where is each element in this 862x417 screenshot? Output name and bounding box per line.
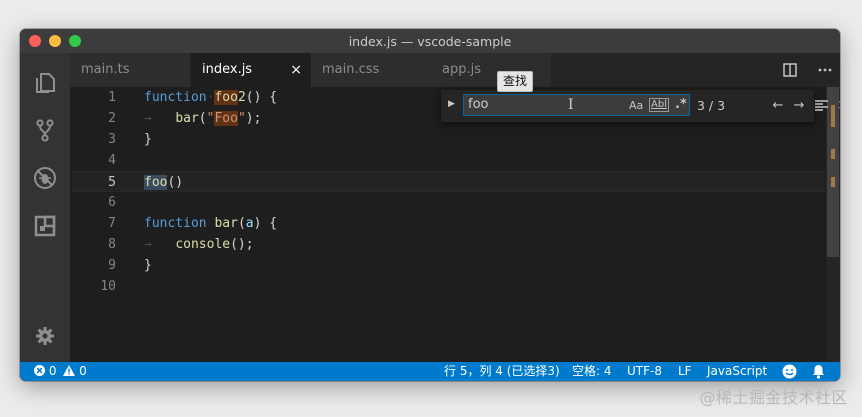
extensions-icon[interactable]	[33, 214, 57, 238]
previous-match-icon[interactable]: ←	[769, 96, 787, 114]
window-title: index.js — vscode-sample	[348, 34, 512, 49]
find-query: foo	[468, 97, 489, 112]
indentation[interactable]: 空格: 4	[572, 362, 612, 381]
title-bar: index.js — vscode-sample	[20, 29, 840, 53]
overview-ruler-match	[831, 149, 835, 159]
files-icon[interactable]	[33, 70, 57, 94]
next-match-icon[interactable]: →	[790, 96, 808, 114]
tab-label: main.ts	[81, 62, 130, 77]
code-text: }	[144, 258, 152, 273]
language-mode[interactable]: JavaScript	[707, 362, 767, 381]
code-line: 8 → console();	[70, 234, 825, 255]
whole-word-toggle[interactable]: Abl	[649, 98, 669, 112]
code-text: → bar("Foo");	[144, 111, 262, 126]
debug-icon[interactable]	[33, 166, 57, 190]
status-bar: 0 0 行 5，列 4 (已选择3) 空格: 4 UTF-8 LF JavaSc…	[20, 362, 840, 381]
tab-bar: main.ts index.js × main.css app.js	[70, 53, 840, 87]
code-line: 6	[70, 192, 825, 213]
code-line: 9 }	[70, 255, 825, 276]
code-text: function·foo2() {	[144, 90, 278, 105]
tab-label: app.js	[442, 62, 481, 77]
line-number: 2	[108, 111, 116, 126]
source-control-icon[interactable]	[33, 118, 57, 142]
code-text: → console();	[144, 237, 254, 252]
code-text: }	[144, 132, 152, 147]
warning-icon	[63, 365, 76, 376]
cursor-position[interactable]: 行 5，列 4 (已选择3)	[444, 362, 560, 381]
line-number: 10	[100, 279, 116, 294]
line-number: 8	[108, 237, 116, 252]
editor-actions	[783, 62, 832, 81]
match-case-toggle[interactable]: Aa	[629, 99, 643, 112]
activity-bar	[20, 53, 70, 362]
line-number: 1	[108, 90, 116, 105]
find-widget: ▶ foo I Aa Abl .* 3 / 3 ← → ×	[441, 90, 840, 122]
line-ending[interactable]: LF	[678, 362, 692, 381]
overview-ruler-match	[831, 177, 835, 187]
find-tooltip: 查找	[497, 71, 534, 92]
tab-label: index.js	[202, 62, 253, 77]
line-number: 4	[108, 153, 116, 168]
vertical-scrollbar[interactable]	[826, 87, 840, 362]
code-line: 7 function bar(a) {	[70, 213, 825, 234]
line-number: 7	[108, 216, 116, 231]
code-editor[interactable]: 1 function·foo2() { 2 → bar("Foo"); 3 } …	[70, 87, 840, 362]
code-line: 3 }	[70, 129, 825, 150]
problems-indicator[interactable]: 0 0	[34, 362, 87, 381]
more-actions-icon[interactable]	[818, 63, 832, 77]
editor-window: index.js — vscode-sample main.ts index.j…	[20, 29, 840, 381]
code-line: 10	[70, 276, 825, 297]
tab-label: main.css	[322, 62, 380, 77]
close-find-icon[interactable]: ×	[834, 96, 840, 114]
bell-icon[interactable]	[812, 364, 825, 381]
find-in-selection-icon[interactable]	[812, 96, 830, 114]
watermark: @稀土掘金技术社区	[699, 388, 848, 407]
mouse-cursor-icon: I	[568, 97, 574, 113]
regex-toggle[interactable]: .*	[675, 97, 687, 112]
toggle-replace-icon[interactable]: ▶	[448, 99, 455, 109]
current-line: 5 foo()	[72, 171, 825, 192]
split-editor-icon[interactable]	[783, 63, 797, 77]
code-text: function bar(a) {	[144, 216, 278, 231]
code-line: 4	[70, 150, 825, 171]
line-number: 9	[108, 258, 116, 273]
error-icon	[34, 365, 45, 376]
code-text: foo()	[144, 175, 184, 190]
line-number: 3	[108, 132, 116, 147]
warning-count: 0	[79, 364, 87, 378]
line-number: 5	[108, 175, 116, 190]
smiley-icon[interactable]	[782, 364, 797, 381]
encoding[interactable]: UTF-8	[627, 362, 662, 381]
tab-index-js[interactable]: index.js ×	[191, 53, 311, 87]
tab-main-ts[interactable]: main.ts	[70, 53, 190, 87]
match-count: 3 / 3	[697, 98, 726, 113]
tab-close-icon[interactable]: ×	[290, 53, 302, 87]
tab-main-css[interactable]: main.css	[311, 53, 431, 87]
error-count: 0	[48, 364, 57, 378]
line-number: 6	[108, 195, 116, 210]
gear-icon[interactable]	[33, 324, 57, 348]
